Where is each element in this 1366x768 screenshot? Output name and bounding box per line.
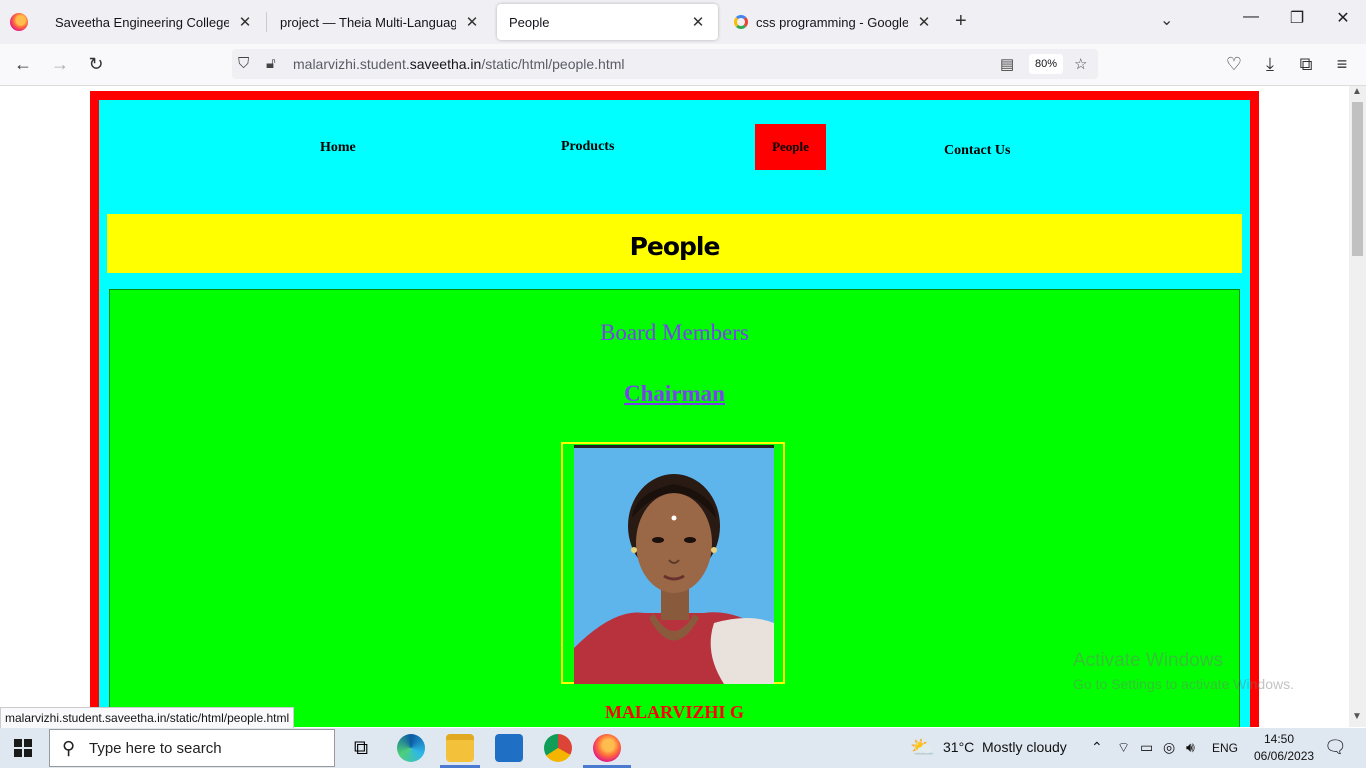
volume-icon[interactable]: 🔊︎	[1186, 739, 1195, 756]
chevron-up-icon[interactable]: ⌃	[1091, 739, 1103, 756]
google-icon	[734, 15, 748, 29]
tab-label: Saveetha Engineering College	[55, 14, 229, 30]
weather-temp[interactable]: 31°C	[943, 739, 974, 755]
search-icon: ⚲	[62, 738, 76, 758]
task-view-icon[interactable]: ⧉	[347, 734, 375, 762]
minimize-icon[interactable]: —	[1228, 8, 1274, 26]
reader-view-icon[interactable]: ▤	[1000, 55, 1014, 73]
edge-icon[interactable]	[397, 734, 425, 762]
notification-icon[interactable]: 🗨︎	[1324, 737, 1347, 758]
firefox-taskbar-icon[interactable]	[593, 734, 621, 762]
taskbar-clock[interactable]: 14:50 06/06/2023	[1254, 731, 1315, 765]
content-section: Board Members Chairman MALARVIZHI G	[109, 289, 1240, 727]
back-icon[interactable]: ←	[11, 52, 35, 76]
weather-condition[interactable]: Mostly cloudy	[982, 739, 1067, 755]
meet-icon[interactable]: ◎	[1163, 739, 1175, 756]
mail-icon[interactable]	[495, 734, 523, 762]
address-bar[interactable]: ⛉ 🔓︎ malarvizhi.student.saveetha.in/stat…	[232, 49, 1098, 79]
downloads-icon[interactable]: ⤓	[1258, 52, 1282, 76]
menu-icon[interactable]: ≡	[1330, 52, 1354, 76]
pocket-icon[interactable]: ♡	[1222, 52, 1246, 76]
scroll-up-icon[interactable]: ▲	[1352, 86, 1362, 97]
page-title-banner: People	[107, 214, 1242, 273]
taskbar-search-box[interactable]: ⚲ Type here to search	[49, 729, 335, 767]
status-link-preview: malarvizhi.student.saveetha.in/static/ht…	[0, 707, 295, 729]
scroll-down-icon[interactable]: ▼	[1352, 711, 1362, 722]
restore-icon[interactable]: ❐	[1274, 8, 1320, 28]
navigation-toolbar: ← → ↻ ⛉ 🔓︎ malarvizhi.student.saveetha.i…	[0, 44, 1366, 86]
page-body: Home Products People Contact Us People B…	[99, 100, 1250, 727]
forward-icon[interactable]: →	[48, 52, 72, 76]
battery-icon[interactable]: ▭	[1140, 739, 1153, 756]
clock-time: 14:50	[1263, 732, 1295, 746]
window-close-icon[interactable]: ✕	[1320, 8, 1366, 28]
section-heading: Board Members	[600, 320, 749, 345]
bookmark-star-icon[interactable]: ☆	[1074, 55, 1087, 73]
weather-icon[interactable]: ⛅	[910, 735, 935, 760]
clock-date: 06/06/2023	[1254, 749, 1315, 763]
windows-start-icon[interactable]	[14, 739, 32, 757]
chrome-icon[interactable]	[544, 734, 572, 762]
url-text[interactable]: malarvizhi.student.saveetha.in/static/ht…	[293, 56, 625, 72]
vertical-scrollbar[interactable]: ▲ ▼	[1349, 86, 1366, 727]
firefox-icon[interactable]	[10, 13, 28, 31]
shield-icon[interactable]: ⛉	[238, 55, 249, 72]
file-explorer-icon[interactable]	[446, 734, 474, 762]
menu-people-link[interactable]: People	[755, 124, 826, 170]
menu-contact-link[interactable]: Contact Us	[944, 143, 1011, 159]
extensions-icon[interactable]: ⧉	[1294, 52, 1318, 76]
photo-frame	[561, 442, 785, 684]
page-viewport: Home Products People Contact Us People B…	[0, 86, 1349, 727]
activation-watermark-text: Go to Settings to activate Windows.	[1073, 676, 1294, 692]
zoom-indicator[interactable]: 80%	[1029, 54, 1063, 74]
tab-label: People	[509, 14, 550, 30]
tab-label: project — Theia Multi-Language Ex	[280, 14, 456, 30]
scroll-thumb[interactable]	[1352, 102, 1363, 256]
reload-icon[interactable]: ↻	[84, 52, 108, 76]
close-icon[interactable]: ✕	[916, 13, 932, 31]
language-indicator[interactable]: ENG	[1212, 741, 1238, 755]
tab-google[interactable]: css programming - Google Sear ✕	[722, 4, 944, 40]
menu-home-link[interactable]: Home	[320, 140, 356, 156]
close-icon[interactable]: ✕	[237, 13, 253, 31]
search-placeholder: Type here to search	[89, 740, 222, 757]
page-border: Home Products People Contact Us People B…	[90, 91, 1259, 727]
tab-saveetha[interactable]: Saveetha Engineering College ✕	[43, 4, 265, 40]
role-heading: Chairman	[624, 381, 725, 406]
windows-taskbar: ⚲ Type here to search ⧉ ⛅ 31°C Mostly cl…	[0, 728, 1366, 768]
network-icon[interactable]: ⌔	[1117, 739, 1130, 757]
close-icon[interactable]: ✕	[690, 13, 706, 31]
tab-bar: Saveetha Engineering College ✕ project —…	[0, 0, 1366, 44]
menu-products-link[interactable]: Products	[561, 139, 614, 155]
chevron-down-icon[interactable]: ⌄	[1160, 10, 1173, 30]
close-icon[interactable]: ✕	[464, 13, 480, 31]
tab-label: css programming - Google Sear	[756, 14, 908, 30]
activation-watermark-title: Activate Windows	[1073, 650, 1223, 671]
tab-people[interactable]: People ✕	[497, 4, 718, 40]
tab-theia[interactable]: project — Theia Multi-Language Ex ✕	[268, 4, 492, 40]
insecure-lock-icon[interactable]: 🔓︎	[266, 55, 276, 72]
new-tab-icon[interactable]: +	[955, 10, 967, 33]
portrait-photo	[574, 445, 774, 684]
